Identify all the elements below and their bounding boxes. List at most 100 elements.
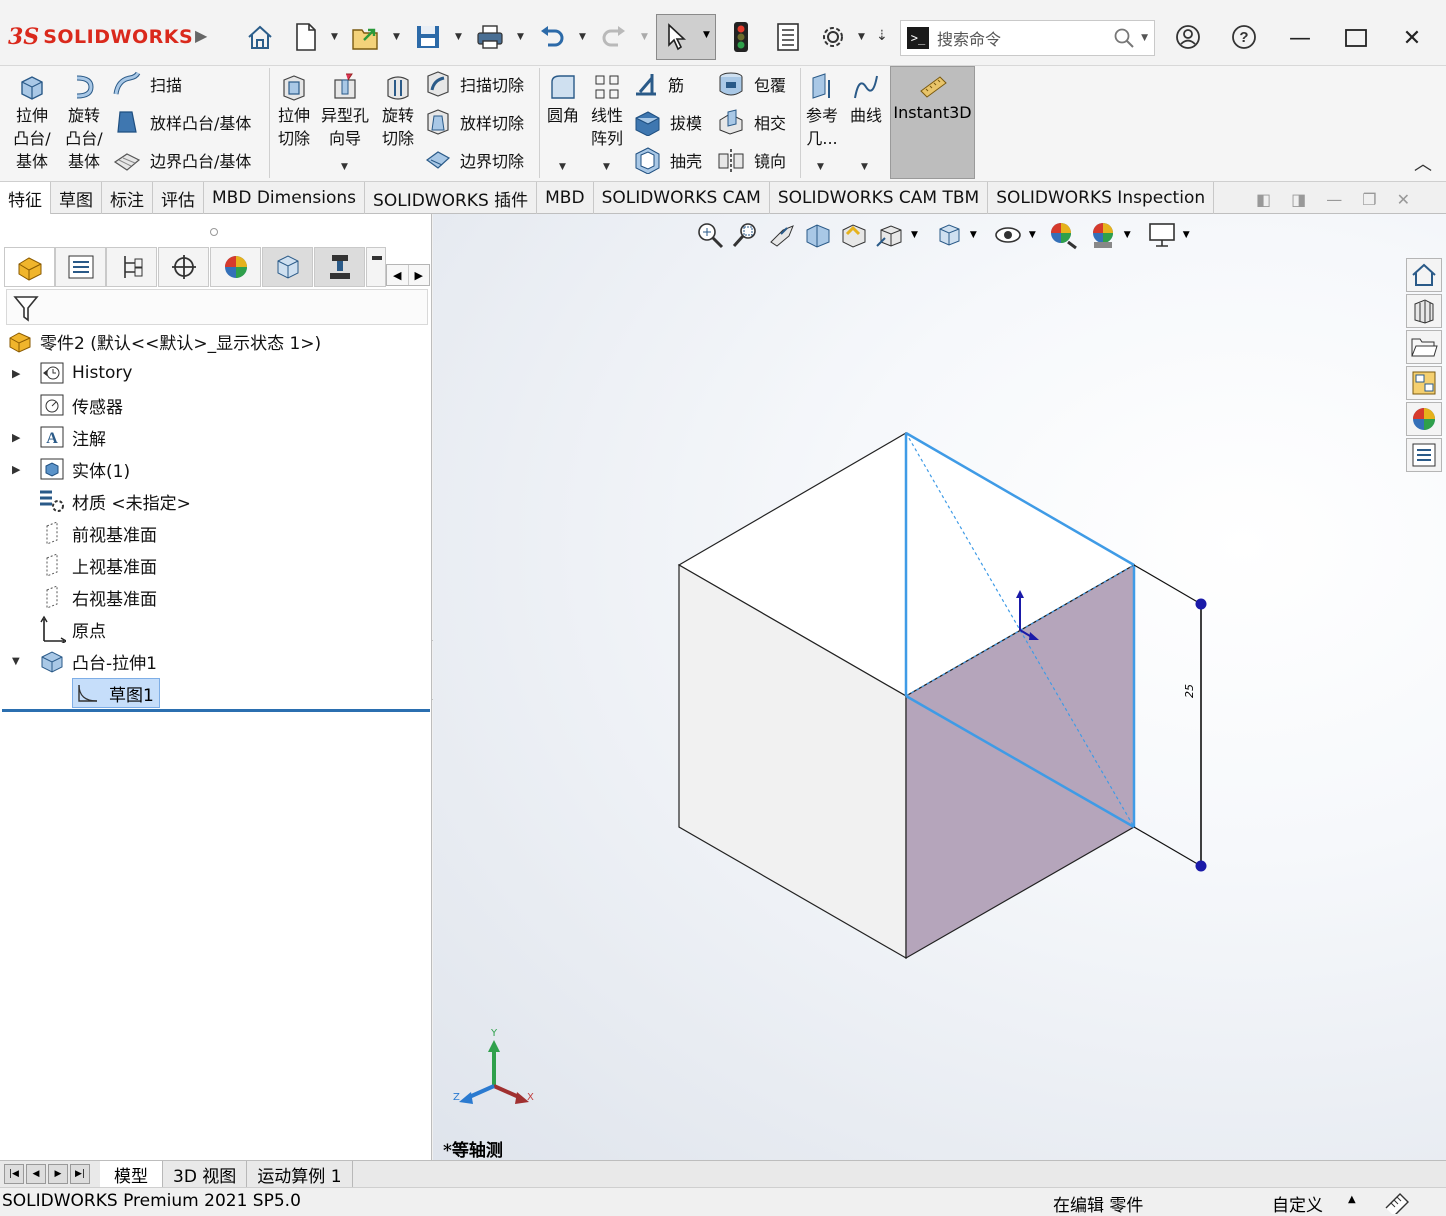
tree-item-sketch1[interactable]: 草图1 [72, 678, 160, 708]
tab-features[interactable]: 特征 [0, 182, 51, 214]
doc-restore-icon[interactable]: ❐ [1362, 190, 1376, 209]
draft-button[interactable]: 拔模 [632, 106, 702, 138]
redo-icon[interactable] [597, 20, 631, 54]
new-dropdown-icon[interactable]: ▼ [331, 32, 338, 42]
select-dropdown-icon[interactable]: ▼ [703, 30, 710, 40]
redo-dropdown-icon[interactable]: ▼ [641, 32, 648, 42]
instant3d-toggle[interactable]: Instant3D [890, 66, 975, 179]
tree-item-origin[interactable]: 原点 [0, 613, 106, 645]
feature-manager-tab[interactable] [4, 247, 55, 287]
search-scope-icon[interactable]: ⇣ [876, 28, 888, 44]
tile-right-icon[interactable]: ◨ [1291, 190, 1306, 209]
fillet-dropdown-icon[interactable]: ▼ [559, 162, 566, 172]
more-tabs-indicator[interactable] [366, 247, 386, 287]
options-gear-icon[interactable] [816, 20, 850, 54]
sweep-cut-button[interactable]: 扫描切除 [424, 68, 524, 100]
close-window-button[interactable]: ✕ [1392, 18, 1432, 58]
tree-item-solid-bodies[interactable]: ▶ 实体(1) [0, 453, 130, 485]
tree-item-right-plane[interactable]: 右视基准面 [0, 581, 157, 613]
undo-icon[interactable] [535, 20, 569, 54]
next-tab-icon[interactable]: ▶ [48, 1164, 68, 1184]
traffic-light-icon[interactable] [724, 20, 758, 54]
undo-dropdown-icon[interactable]: ▼ [579, 32, 586, 42]
expand-arrow-icon[interactable]: ▶ [12, 431, 28, 444]
first-tab-icon[interactable]: |◀ [4, 1164, 24, 1184]
extrude-cut-button[interactable]: 拉伸 切除 [272, 70, 316, 150]
cam-operation-tree-tab[interactable] [314, 247, 365, 287]
reference-geometry-dropdown-icon[interactable]: ▼ [817, 162, 824, 172]
tab-solidworks-addins[interactable]: SOLIDWORKS 插件 [365, 182, 538, 214]
prev-tab-icon[interactable]: ◀ [26, 1164, 46, 1184]
tab-markup[interactable]: 标注 [102, 182, 153, 214]
intersect-button[interactable]: 相交 [716, 106, 786, 138]
scroll-right-icon[interactable]: ▶ [409, 265, 430, 285]
doc-close-icon[interactable]: ✕ [1397, 190, 1410, 209]
tab-solidworks-cam-tbm[interactable]: SOLIDWORKS CAM TBM [770, 182, 989, 214]
configuration-manager-tab[interactable] [106, 247, 157, 287]
extrude-boss-button[interactable]: 拉伸 凸台/ 基体 [8, 70, 56, 173]
tab-solidworks-inspection[interactable]: SOLIDWORKS Inspection [988, 182, 1215, 214]
help-icon[interactable]: ? [1227, 20, 1261, 54]
tree-item-history[interactable]: ▶ History [0, 357, 132, 389]
view-palette-tab[interactable] [1406, 366, 1442, 400]
design-library-tab[interactable] [1406, 294, 1442, 328]
graphics-area[interactable]: ▼ ▼ ▼ ▼ ▼ 25 Y X Z *等轴测 [433, 214, 1446, 1160]
search-commands-box[interactable]: >_ 搜索命令 ▼ [900, 20, 1155, 56]
appearances-scenes-tab[interactable] [1406, 402, 1442, 436]
search-dropdown-icon[interactable]: ▼ [1141, 33, 1148, 43]
dimension-value-label[interactable]: 25 [1183, 668, 1196, 698]
tile-left-icon[interactable]: ◧ [1256, 190, 1271, 209]
expand-arrow-icon[interactable]: ▶ [12, 367, 28, 380]
dimension-handle-top[interactable] [1195, 598, 1207, 610]
curves-dropdown-icon[interactable]: ▼ [861, 162, 868, 172]
hole-wizard-dropdown-icon[interactable]: ▼ [341, 162, 348, 172]
property-manager-tab[interactable] [55, 247, 106, 287]
tab-mbd[interactable]: MBD [537, 182, 594, 214]
display-manager-tab[interactable] [210, 247, 261, 287]
curves-button[interactable]: 曲线 [846, 70, 886, 127]
mirror-button[interactable]: 镜向 [716, 144, 786, 176]
print-icon[interactable] [473, 20, 507, 54]
tree-item-front-plane[interactable]: 前视基准面 [0, 517, 157, 549]
loft-boss-button[interactable]: 放样凸台/基体 [112, 106, 251, 138]
home-icon[interactable] [243, 20, 277, 54]
revolve-cut-button[interactable]: 旋转 切除 [376, 70, 420, 150]
rib-button[interactable]: 筋 [632, 68, 684, 100]
tree-item-boss-extrude1[interactable]: ▼ 凸台-拉伸1 [0, 645, 157, 677]
fillet-button[interactable]: 圆角 [543, 70, 583, 127]
custom-properties-tab[interactable] [1406, 438, 1442, 472]
user-icon[interactable] [1171, 20, 1205, 54]
search-placeholder[interactable]: 搜索命令 [937, 26, 1113, 50]
dimension-25[interactable] [1133, 564, 1207, 872]
loft-cut-button[interactable]: 放样切除 [424, 106, 524, 138]
tab-evaluate[interactable]: 评估 [153, 182, 204, 214]
linear-pattern-dropdown-icon[interactable]: ▼ [603, 162, 610, 172]
last-tab-icon[interactable]: ▶| [70, 1164, 90, 1184]
collapse-ribbon-icon[interactable]: ︿ [1414, 150, 1432, 176]
tree-root-part[interactable]: 零件2 (默认<<默认>_显示状态 1>) [0, 325, 321, 357]
tab-motion-study-1[interactable]: 运动算例 1 [247, 1161, 353, 1187]
select-button[interactable]: ▼ [656, 14, 716, 60]
tree-item-annotations[interactable]: ▶ A 注解 [0, 421, 106, 453]
file-properties-icon[interactable] [771, 20, 805, 54]
shell-button[interactable]: 抽壳 [632, 144, 702, 176]
tree-item-sensors[interactable]: 传感器 [0, 389, 123, 421]
tree-item-top-plane[interactable]: 上视基准面 [0, 549, 157, 581]
sweep-button[interactable]: 扫描 [112, 68, 182, 100]
tab-model[interactable]: 模型 [100, 1161, 163, 1187]
open-icon[interactable] [349, 20, 383, 54]
options-dropdown-icon[interactable]: ▼ [858, 32, 865, 42]
tree-filter-bar[interactable] [6, 289, 428, 325]
solidworks-logo[interactable]: 3S SOLIDWORKS [8, 22, 193, 52]
tree-item-material[interactable]: 材质 <未指定> [0, 485, 191, 517]
unit-system-dropdown-icon[interactable]: ▲ [1348, 1194, 1356, 1205]
new-document-icon[interactable] [289, 20, 323, 54]
cam-feature-tree-tab[interactable] [262, 247, 313, 287]
linear-pattern-button[interactable]: 线性 阵列 [586, 70, 628, 150]
revolve-boss-button[interactable]: 旋转 凸台/ 基体 [60, 70, 108, 173]
open-dropdown-icon[interactable]: ▼ [393, 32, 400, 42]
panel-resize-handle[interactable] [210, 228, 218, 236]
solidworks-resources-tab[interactable] [1406, 258, 1442, 292]
rollback-bar[interactable] [2, 709, 430, 712]
menu-expand-arrow-icon[interactable]: ▶ [195, 26, 207, 45]
